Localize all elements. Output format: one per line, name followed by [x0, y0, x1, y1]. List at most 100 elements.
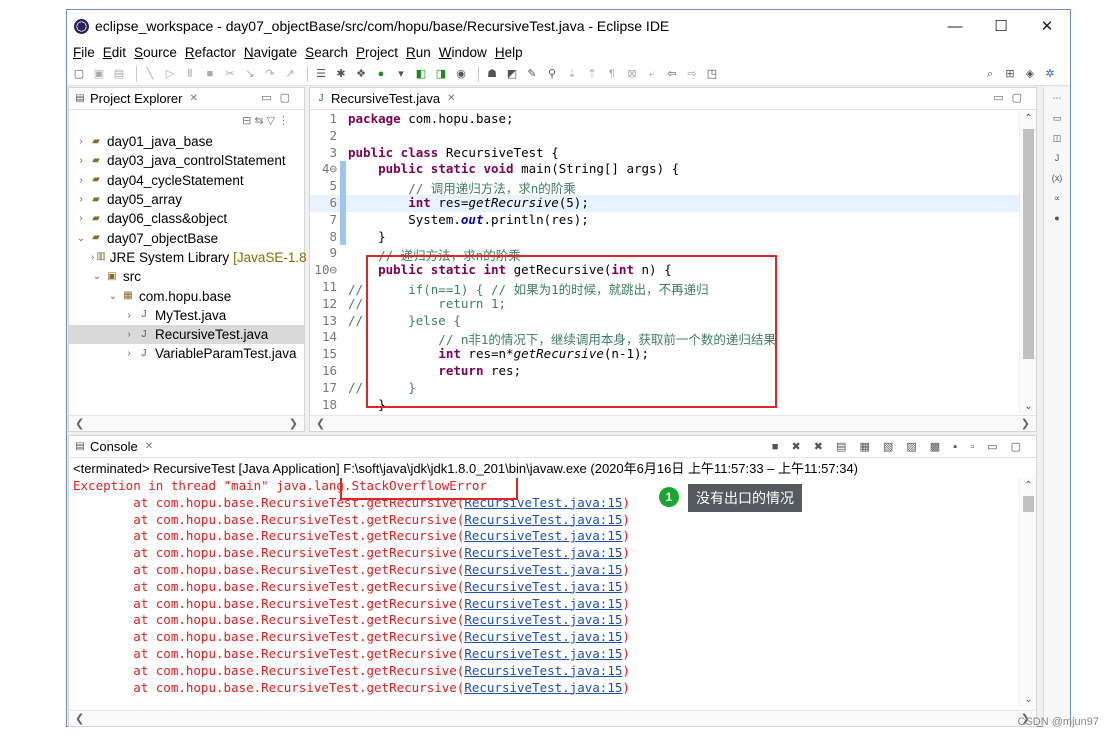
- maximize-button[interactable]: ☐: [978, 10, 1024, 42]
- tree-item-recursivetest[interactable]: › J RecursiveTest.java: [69, 324, 304, 345]
- menu-source[interactable]: Source: [134, 45, 177, 60]
- new-package-icon[interactable]: ◨: [433, 66, 449, 82]
- outline-icon[interactable]: ☰: [313, 66, 329, 82]
- trace-source-link[interactable]: RecursiveTest.java:15: [464, 545, 622, 560]
- annotation-prev-icon[interactable]: ⇡: [584, 66, 600, 82]
- expressions-icon[interactable]: ∝: [1050, 193, 1064, 207]
- tree-item-day04[interactable]: › ▰ day04_cycleStatement: [69, 171, 304, 190]
- expand-icon[interactable]: ›: [123, 348, 135, 359]
- variables-icon[interactable]: (x): [1050, 173, 1064, 187]
- open-type-icon[interactable]: ☗: [484, 66, 500, 82]
- scroll-right-icon[interactable]: ❯: [289, 417, 298, 430]
- open-perspective-icon[interactable]: ⊞: [1002, 66, 1018, 82]
- trace-source-link[interactable]: RecursiveTest.java:15: [464, 596, 622, 611]
- pin-icon[interactable]: ⚲: [544, 66, 560, 82]
- tree-item-src[interactable]: ⌄ ▣ src: [69, 267, 304, 286]
- trace-source-link[interactable]: RecursiveTest.java:15: [464, 680, 622, 695]
- skip-breakpoints-icon[interactable]: ╲: [142, 66, 158, 82]
- java-ee-perspective-icon[interactable]: ◈: [1022, 66, 1038, 82]
- toggle-mark-icon[interactable]: ¶: [604, 66, 620, 82]
- menu-window[interactable]: Window: [439, 45, 487, 60]
- scroll-right-icon[interactable]: ❯: [1021, 417, 1030, 430]
- new-java-project-icon[interactable]: ◧: [413, 66, 429, 82]
- outline-view-icon[interactable]: ◫: [1050, 133, 1064, 147]
- expand-icon[interactable]: ›: [123, 329, 135, 340]
- trace-source-link[interactable]: RecursiveTest.java:15: [464, 579, 622, 594]
- java-perspective-icon[interactable]: ✲: [1042, 66, 1058, 82]
- scroll-up-icon[interactable]: ⌃: [1020, 113, 1037, 124]
- annotation-next-icon[interactable]: ⇣: [564, 66, 580, 82]
- pin-editor-icon[interactable]: ◳: [704, 66, 720, 82]
- scroll-left-icon[interactable]: ❮: [316, 417, 325, 430]
- console-horizontal-scrollbar[interactable]: ❮ ❯: [69, 710, 1036, 726]
- menu-navigate[interactable]: Navigate: [244, 45, 297, 60]
- editor-window-controls[interactable]: ▭▢: [993, 91, 1030, 104]
- search-toolbar-icon[interactable]: ✎: [524, 66, 540, 82]
- show-whitespace-icon[interactable]: ⊠: [624, 66, 640, 82]
- menu-project[interactable]: Project: [356, 45, 398, 60]
- disconnect-icon[interactable]: ✂: [222, 66, 238, 82]
- junit-icon[interactable]: J: [1050, 153, 1064, 167]
- filter-icon[interactable]: ▽: [267, 114, 278, 127]
- collapse-icon[interactable]: ⌄: [75, 233, 87, 244]
- menu-refactor[interactable]: Refactor: [185, 45, 236, 60]
- suspend-icon[interactable]: Ⅱ: [182, 66, 198, 82]
- last-edit-icon[interactable]: ⤶: [644, 66, 660, 82]
- trace-source-link[interactable]: RecursiveTest.java:15: [464, 646, 622, 661]
- resume-icon[interactable]: ▷: [162, 66, 178, 82]
- explorer-window-controls[interactable]: ▭▢: [261, 91, 298, 104]
- expand-icon[interactable]: ›: [75, 155, 87, 166]
- tree-item-day03[interactable]: › ▰ day03_java_controlStatement: [69, 151, 304, 170]
- expand-icon[interactable]: ›: [75, 213, 87, 224]
- explorer-horizontal-scrollbar[interactable]: ❮ ❯: [69, 415, 304, 431]
- menu-edit[interactable]: Edit: [103, 45, 126, 60]
- expand-icon[interactable]: ›: [75, 136, 87, 147]
- run-icon[interactable]: ●: [373, 66, 389, 82]
- step-into-icon[interactable]: ↘: [242, 66, 258, 82]
- close-tab-icon[interactable]: ✕: [145, 441, 153, 452]
- coverage-icon[interactable]: ❖: [353, 66, 369, 82]
- expand-icon[interactable]: ›: [75, 194, 87, 205]
- menu-help[interactable]: Help: [495, 45, 523, 60]
- back-icon[interactable]: ⇦: [664, 66, 680, 82]
- expand-icon[interactable]: ›: [75, 175, 87, 186]
- tree-item-jre[interactable]: › ▥ JRE System Library [JavaSE-1.8: [69, 248, 307, 267]
- forward-icon[interactable]: ⇨: [684, 66, 700, 82]
- scroll-up-icon[interactable]: ⌃: [1020, 480, 1037, 491]
- terminate-icon[interactable]: ■: [202, 66, 218, 82]
- dropdown-icon[interactable]: ▾: [393, 66, 409, 82]
- minimize-button[interactable]: —: [932, 10, 978, 42]
- step-over-icon[interactable]: ↷: [262, 66, 278, 82]
- close-button[interactable]: ✕: [1024, 10, 1070, 42]
- collapse-icon[interactable]: ⌄: [91, 271, 103, 282]
- step-return-icon[interactable]: ↗: [282, 66, 298, 82]
- trace-source-link[interactable]: RecursiveTest.java:15: [464, 612, 622, 627]
- new-class-icon[interactable]: ◉: [453, 66, 469, 82]
- trace-source-link[interactable]: RecursiveTest.java:15: [464, 663, 622, 678]
- trace-source-link[interactable]: RecursiveTest.java:15: [464, 528, 622, 543]
- close-tab-icon[interactable]: ✕: [447, 93, 455, 104]
- scroll-thumb[interactable]: [1023, 496, 1034, 512]
- scroll-down-icon[interactable]: ⌄: [1020, 401, 1037, 412]
- trace-source-link[interactable]: RecursiveTest.java:15: [464, 629, 622, 644]
- restore-icon[interactable]: ⋯: [1050, 93, 1064, 107]
- save-all-icon[interactable]: ▤: [111, 66, 127, 82]
- tree-item-day07[interactable]: ⌄ ▰ day07_objectBase: [69, 228, 304, 247]
- menu-run[interactable]: Run: [406, 45, 431, 60]
- tab-project-explorer[interactable]: ▤ Project Explorer ✕: [69, 88, 206, 110]
- trace-source-link[interactable]: RecursiveTest.java:15: [464, 512, 622, 527]
- task-list-icon[interactable]: ▭: [1050, 113, 1064, 127]
- editor-vertical-scrollbar[interactable]: ⌃ ⌄: [1019, 111, 1036, 414]
- menu-file[interactable]: File: [73, 45, 95, 60]
- tree-item-day05[interactable]: › ▰ day05_array: [69, 190, 304, 209]
- code-editor[interactable]: 1 package com.hopu.base; 2 3 public clas…: [310, 111, 1036, 414]
- scroll-left-icon[interactable]: ❮: [75, 712, 84, 725]
- trace-source-link[interactable]: RecursiveTest.java:15: [464, 562, 622, 577]
- expand-icon[interactable]: ›: [123, 310, 135, 321]
- new-icon[interactable]: ▢: [71, 66, 87, 82]
- tree-item-package[interactable]: ⌄ ▦ com.hopu.base: [69, 286, 304, 305]
- save-icon[interactable]: ▣: [91, 66, 107, 82]
- console-vertical-scrollbar[interactable]: ⌃ ⌄: [1019, 478, 1036, 707]
- console-output[interactable]: Exception in thread "main" java.lang.Sta…: [69, 478, 1019, 707]
- link-editor-icon[interactable]: ⇆: [254, 114, 266, 127]
